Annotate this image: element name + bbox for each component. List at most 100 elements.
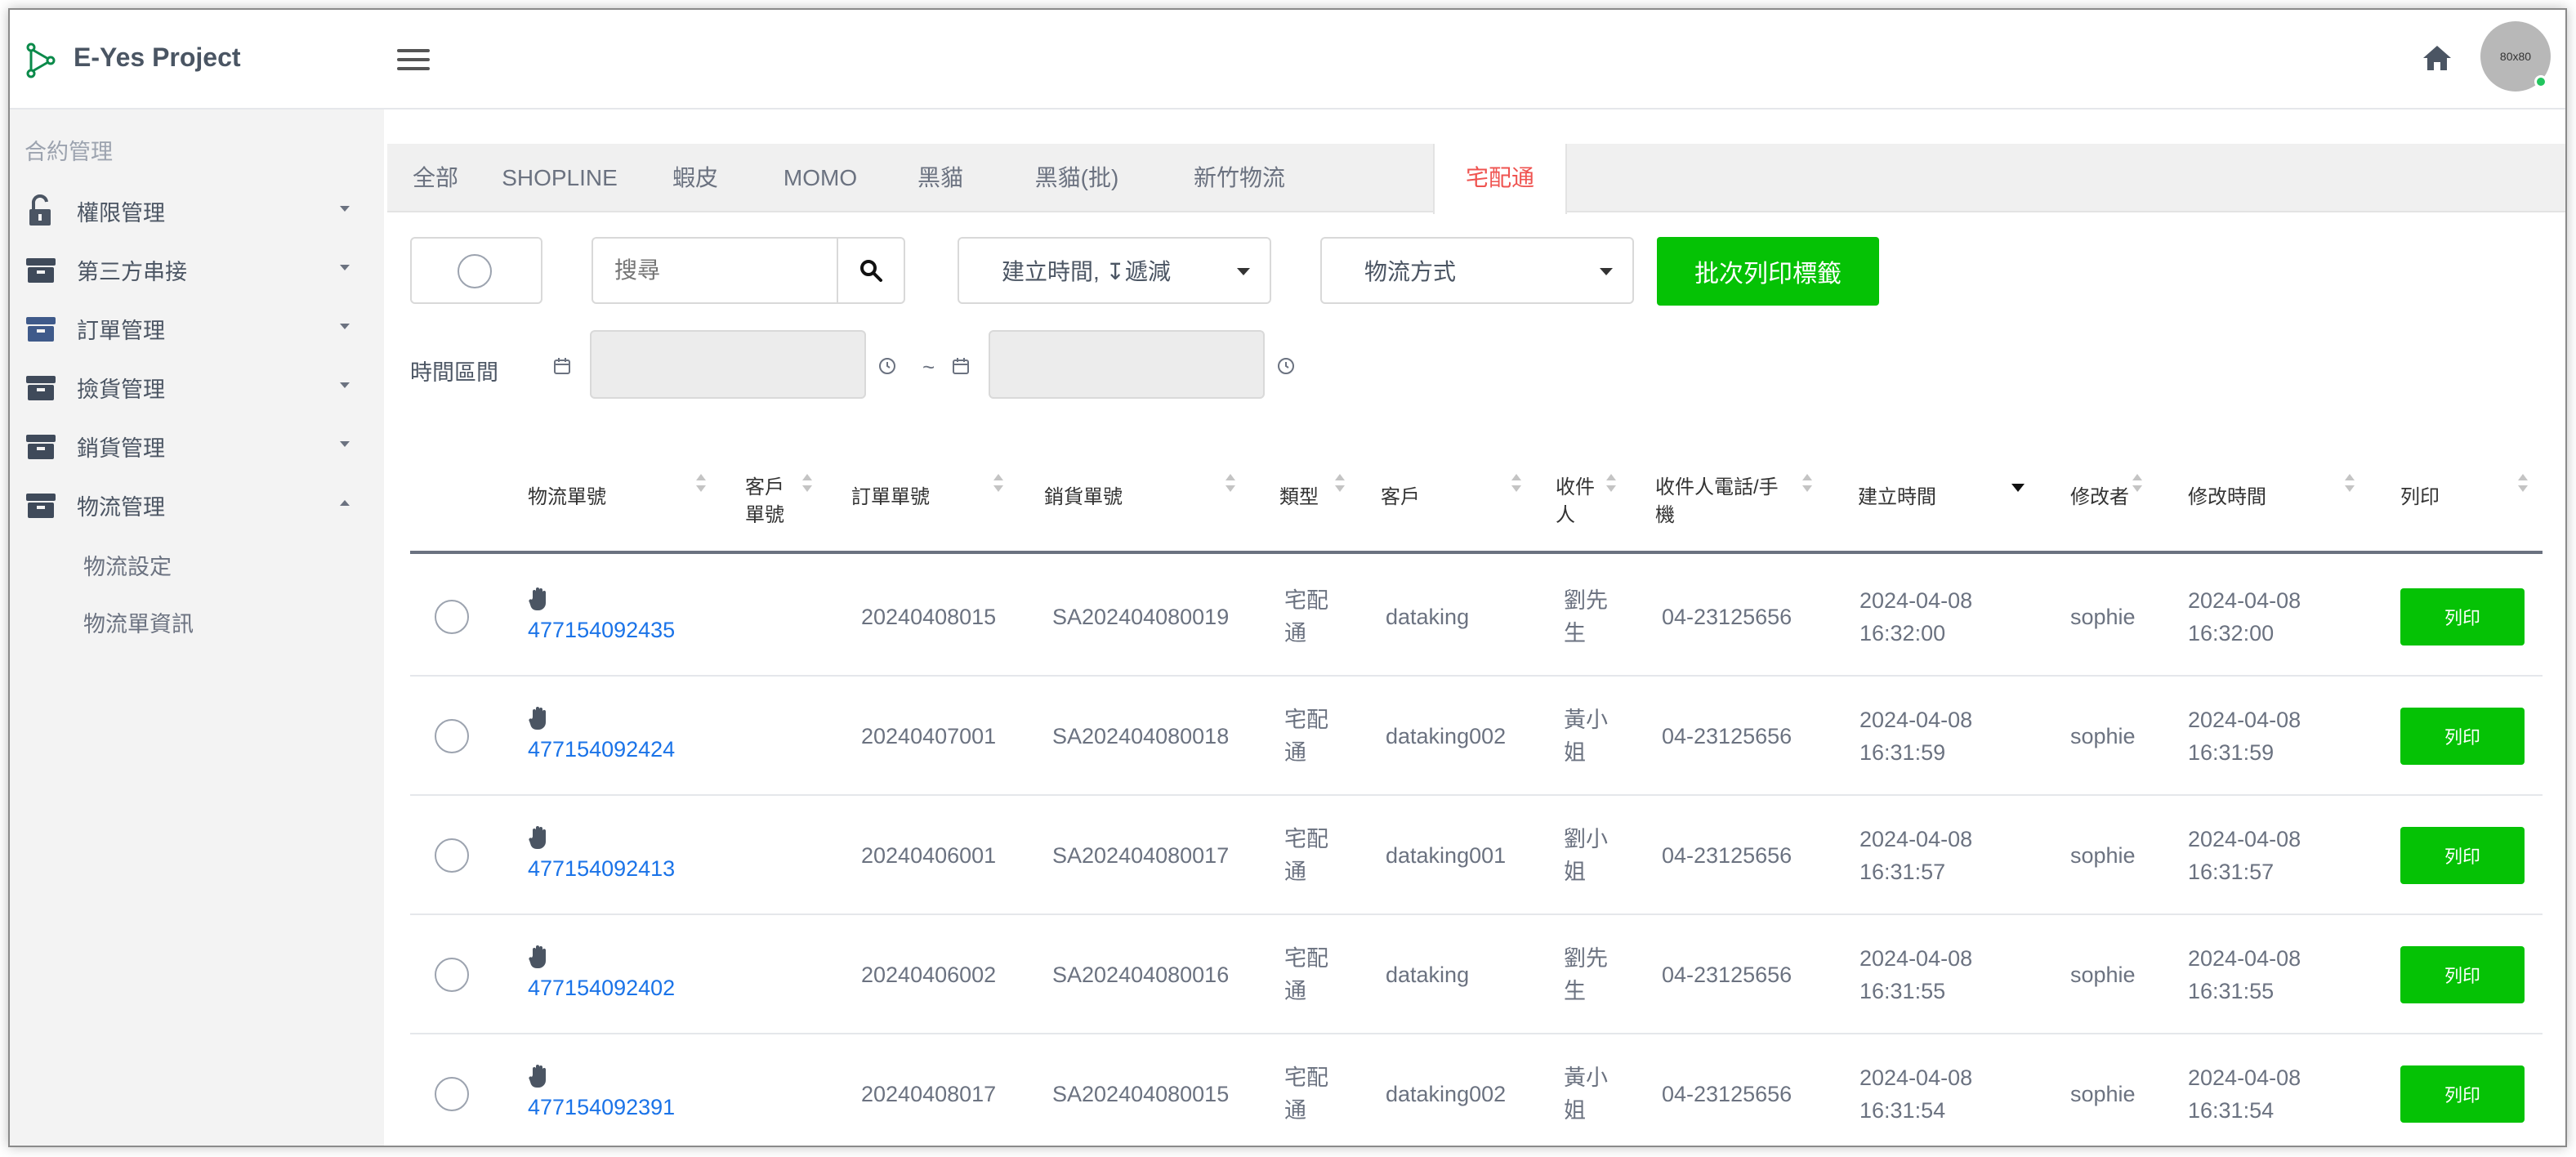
print-button[interactable]: 列印 <box>2400 1065 2525 1123</box>
sidebar-item-label: 銷貨管理 <box>77 436 165 461</box>
header-type[interactable]: 類型 <box>1279 484 1319 511</box>
tab-shopline[interactable]: SHOPLINE <box>484 144 636 212</box>
tab-all[interactable]: 全部 <box>387 144 484 212</box>
recipient-line: 黃小 <box>1564 1065 1608 1090</box>
row-select-radio[interactable] <box>435 719 469 753</box>
sort-icon[interactable] <box>1224 474 1237 495</box>
table-row: 477154092413 20240406001 SA202404080017 宅配通… <box>410 796 2543 915</box>
ship-no-link[interactable]: 477154092391 <box>528 1095 675 1120</box>
print-button[interactable]: 列印 <box>2400 588 2525 646</box>
header-order-no[interactable]: 訂單單號 <box>851 484 930 511</box>
clock-icon <box>1278 358 1294 374</box>
sort-icon[interactable] <box>1801 474 1814 495</box>
modified-date: 2024-04-08 <box>2188 1065 2301 1090</box>
header-recipient[interactable]: 收件 人 <box>1556 474 1595 529</box>
batch-print-labels-button[interactable]: 批次列印標籤 <box>1657 237 1879 306</box>
tab-black-cat[interactable]: 黑貓 <box>886 144 995 212</box>
ship-no-link[interactable]: 477154092435 <box>528 618 675 643</box>
header-modified[interactable]: 修改時間 <box>2188 484 2266 511</box>
drag-hand-icon[interactable] <box>528 825 551 851</box>
recipient-line: 黃小 <box>1564 708 1608 732</box>
shipping-method-select[interactable]: 物流方式 <box>1320 237 1634 304</box>
header-customer-no[interactable]: 客戶 單號 <box>745 474 784 529</box>
tab-black-cat-batch[interactable]: 黑貓(批) <box>995 144 1159 212</box>
created-date: 2024-04-08 <box>1859 588 1973 613</box>
phone-cell: 04-23125656 <box>1662 605 1792 629</box>
sidebar-subitem-logistics-info[interactable]: 物流單資訊 <box>83 606 194 638</box>
row-select-radio[interactable] <box>435 958 469 992</box>
search-button[interactable] <box>837 237 905 304</box>
type-line: 宅配 <box>1284 588 1328 613</box>
print-button[interactable]: 列印 <box>2400 946 2525 1003</box>
recipient-cell: 黃小姐 <box>1564 704 1608 769</box>
sidebar-item-permissions[interactable]: 權限管理 <box>23 186 366 235</box>
sale-no-cell: SA202404080018 <box>1052 724 1230 748</box>
drag-hand-icon[interactable] <box>528 587 551 613</box>
sort-select[interactable]: 建立時間, ↧遞減 <box>958 237 1271 304</box>
order-no-cell: 20240406001 <box>861 843 997 868</box>
sort-icon[interactable] <box>1510 474 1523 495</box>
created-time: 16:31:57 <box>1859 860 1946 884</box>
recipient-cell: 劉先生 <box>1564 942 1608 1007</box>
home-icon[interactable] <box>2422 44 2453 72</box>
sort-icon[interactable] <box>801 474 814 495</box>
recipient-line: 生 <box>1564 979 1586 1003</box>
header-sale-no[interactable]: 銷貨單號 <box>1044 484 1123 511</box>
sidebar-item-orders[interactable]: 訂單管理 <box>23 304 366 353</box>
tab-hct[interactable]: 新竹物流 <box>1159 144 1320 212</box>
sidebar-subitem-logistics-settings[interactable]: 物流設定 <box>83 549 172 581</box>
drag-hand-icon[interactable] <box>528 706 551 732</box>
chevron-down-icon <box>340 324 350 329</box>
sort-desc-icon[interactable] <box>2011 484 2025 492</box>
print-button[interactable]: 列印 <box>2400 827 2525 884</box>
header-print[interactable]: 列印 <box>2400 484 2440 511</box>
sort-icon[interactable] <box>2131 474 2144 495</box>
chevron-down-icon <box>340 441 350 447</box>
sort-icon[interactable] <box>992 474 1005 495</box>
modified-cell: 2024-04-08 16:32:00 <box>2188 584 2301 650</box>
header-ship-no[interactable]: 物流單號 <box>528 484 606 511</box>
tab-momo[interactable]: MOMO <box>755 144 886 212</box>
sort-icon[interactable] <box>1333 474 1346 495</box>
sort-icon[interactable] <box>2343 474 2356 495</box>
ship-no-link[interactable]: 477154092413 <box>528 856 675 882</box>
header-line: 單號 <box>745 504 784 526</box>
created-time: 16:31:55 <box>1859 979 1946 1003</box>
sidebar-item-label: 訂單管理 <box>77 318 165 343</box>
recipient-cell: 劉小姐 <box>1564 823 1608 888</box>
recipient-line: 姐 <box>1564 740 1586 765</box>
sidebar-section-title: 合約管理 <box>25 140 113 164</box>
ship-no-link[interactable]: 477154092402 <box>528 976 675 1001</box>
type-cell: 宅配通 <box>1284 942 1328 1007</box>
drag-hand-icon[interactable] <box>528 945 551 971</box>
row-select-radio[interactable] <box>435 838 469 873</box>
search-input[interactable] <box>592 237 838 304</box>
tab-shopee[interactable]: 蝦皮 <box>636 144 755 212</box>
drag-hand-icon[interactable] <box>528 1064 551 1090</box>
phone-cell: 04-23125656 <box>1662 724 1792 748</box>
sort-icon[interactable] <box>2516 474 2529 495</box>
sidebar-item-sales[interactable]: 銷貨管理 <box>23 422 366 471</box>
type-line: 宅配 <box>1284 946 1328 971</box>
row-select-radio[interactable] <box>435 1077 469 1111</box>
start-date-input[interactable] <box>590 330 866 399</box>
end-date-input[interactable] <box>989 330 1265 399</box>
sidebar-item-logistics[interactable]: 物流管理 <box>23 480 366 529</box>
menu-toggle-icon[interactable] <box>397 49 430 74</box>
sidebar-item-third-party[interactable]: 第三方串接 <box>23 245 366 294</box>
select-all-radio[interactable] <box>410 237 542 304</box>
header-customer[interactable]: 客戶 <box>1381 484 1420 511</box>
header-line: 人 <box>1556 504 1575 526</box>
row-select-radio[interactable] <box>435 600 469 634</box>
sidebar-item-picking[interactable]: 撿貨管理 <box>23 363 366 412</box>
box-icon <box>26 435 56 459</box>
box-icon <box>26 317 56 342</box>
print-button[interactable]: 列印 <box>2400 708 2525 765</box>
header-recipient-phone[interactable]: 收件人電話/手 機 <box>1655 474 1779 529</box>
header-modifier[interactable]: 修改者 <box>2070 484 2129 511</box>
sort-icon[interactable] <box>694 474 708 495</box>
ship-no-link[interactable]: 477154092424 <box>528 737 675 762</box>
tab-pelican[interactable]: 宅配通 <box>1433 144 1567 214</box>
header-created[interactable]: 建立時間 <box>1858 484 1936 511</box>
sort-icon[interactable] <box>1605 474 1618 495</box>
